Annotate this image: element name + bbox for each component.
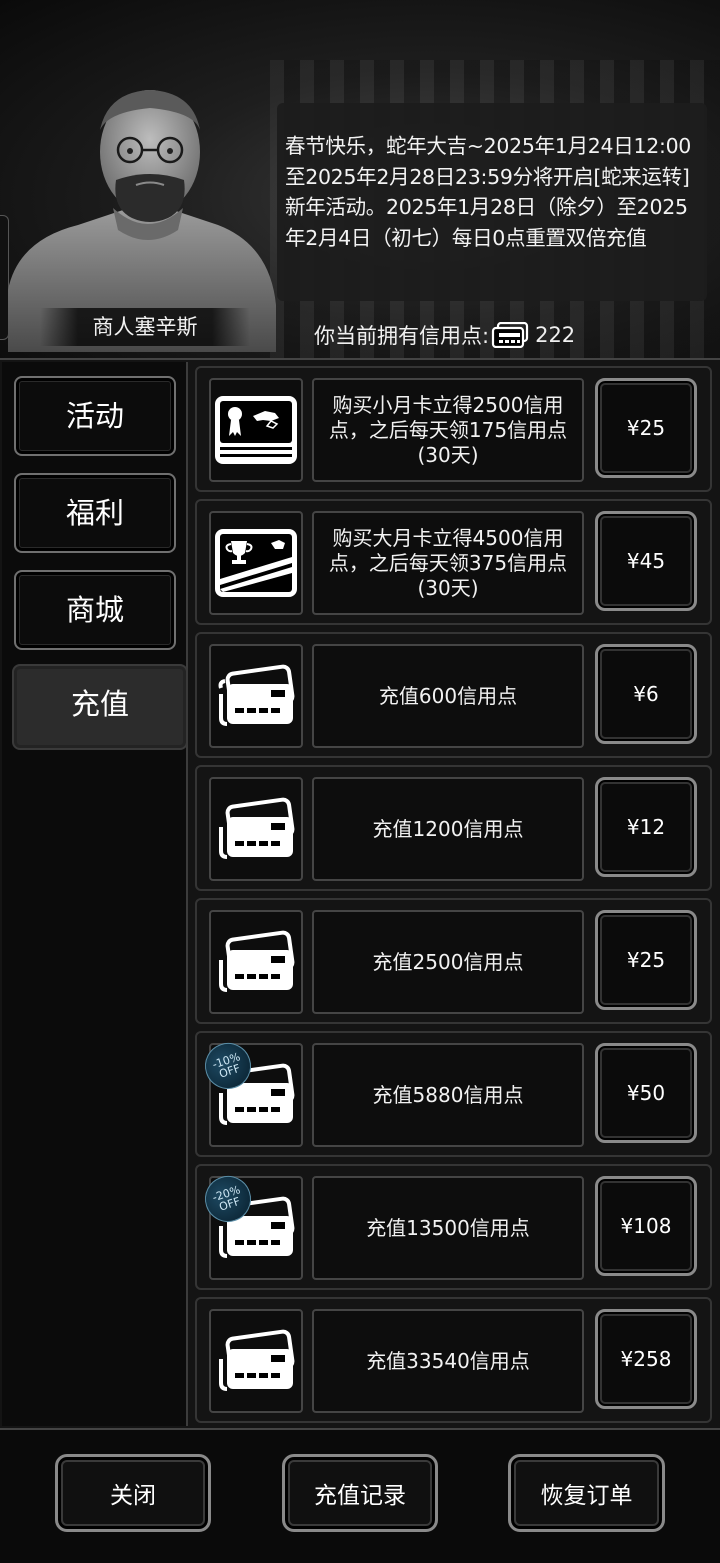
price-button[interactable]: ¥12 [595,777,697,877]
price-button[interactable]: ¥25 [595,910,697,1010]
item-description: 充值13500信用点 [312,1176,584,1280]
item-description: 购买大月卡立得4500信用点，之后每天领375信用点(30天) [312,511,584,615]
item-description: 充值1200信用点 [312,777,584,881]
item-icon-box [209,644,303,748]
credit-label: 你当前拥有信用点: [314,324,490,348]
small-month-card-icon [215,396,297,464]
category-sidebar: 活动 福利 商城 充值 [2,362,188,1426]
event-announcement: 春节快乐，蛇年大吉~2025年1月24日12:00至2025年2月28日23:5… [277,103,707,301]
price-button[interactable]: ¥108 [595,1176,697,1276]
item-icon-box [209,777,303,881]
credit-cards-icon [219,1329,295,1391]
item-description: 充值2500信用点 [312,910,584,1014]
recharge-item-13500: -20% OFF 充值13500信用点 ¥108 [195,1164,712,1290]
item-description: 充值33540信用点 [312,1309,584,1413]
price-button[interactable]: ¥6 [595,644,697,744]
tab-welfare[interactable]: 福利 [14,473,176,553]
item-icon-box [209,910,303,1014]
tab-store[interactable]: 商城 [14,570,176,650]
price-button[interactable]: ¥258 [595,1309,697,1409]
recharge-item-1200: 充值1200信用点 ¥12 [195,765,712,891]
price-button[interactable]: ¥45 [595,511,697,611]
footer-bar: 关闭 充值记录 恢复订单 [0,1430,720,1563]
item-description: 充值600信用点 [312,644,584,748]
recharge-item-5880: -10% OFF 充值5880信用点 ¥50 [195,1031,712,1157]
credit-value: 222 [535,323,576,347]
credit-cards-icon [219,797,295,859]
close-button[interactable]: 关闭 [55,1454,211,1532]
price-button[interactable]: ¥25 [595,378,697,478]
shop-header: 商人塞辛斯 春节快乐，蛇年大吉~2025年1月24日12:00至2025年2月2… [0,0,720,358]
recharge-item-600: 充值600信用点 ¥6 [195,632,712,758]
item-description: 充值5880信用点 [312,1043,584,1147]
restore-order-button[interactable]: 恢复订单 [508,1454,665,1532]
tab-recharge[interactable]: 充值 [12,664,188,750]
tab-events[interactable]: 活动 [14,376,176,456]
credit-balance: 你当前拥有信用点: 222 [314,318,575,352]
item-description: 购买小月卡立得2500信用点，之后每天领175信用点(30天) [312,378,584,482]
merchant-name: 商人塞辛斯 [40,308,250,346]
recharge-item-33540: 充值33540信用点 ¥258 [195,1297,712,1423]
recharge-item-2500: 充值2500信用点 ¥25 [195,898,712,1024]
credit-card-icon [491,322,529,348]
shop-body: 活动 福利 商城 充值 购买小月卡立得2500信用点，之后每天领175信用点(3… [0,358,720,1430]
item-icon-box [209,378,303,482]
item-icon-box: -20% OFF [199,1170,303,1280]
credit-cards-icon [219,930,295,992]
item-icon-box [209,1309,303,1413]
recharge-item-large-month-card: 购买大月卡立得4500信用点，之后每天领375信用点(30天) ¥45 [195,499,712,625]
recharge-history-button[interactable]: 充值记录 [282,1454,438,1532]
price-button[interactable]: ¥50 [595,1043,697,1143]
credit-cards-icon [218,664,295,726]
item-icon-box [209,511,303,615]
recharge-item-small-month-card: 购买小月卡立得2500信用点，之后每天领175信用点(30天) ¥25 [195,366,712,492]
item-icon-box: -10% OFF [199,1037,303,1147]
large-month-card-icon [215,529,297,597]
